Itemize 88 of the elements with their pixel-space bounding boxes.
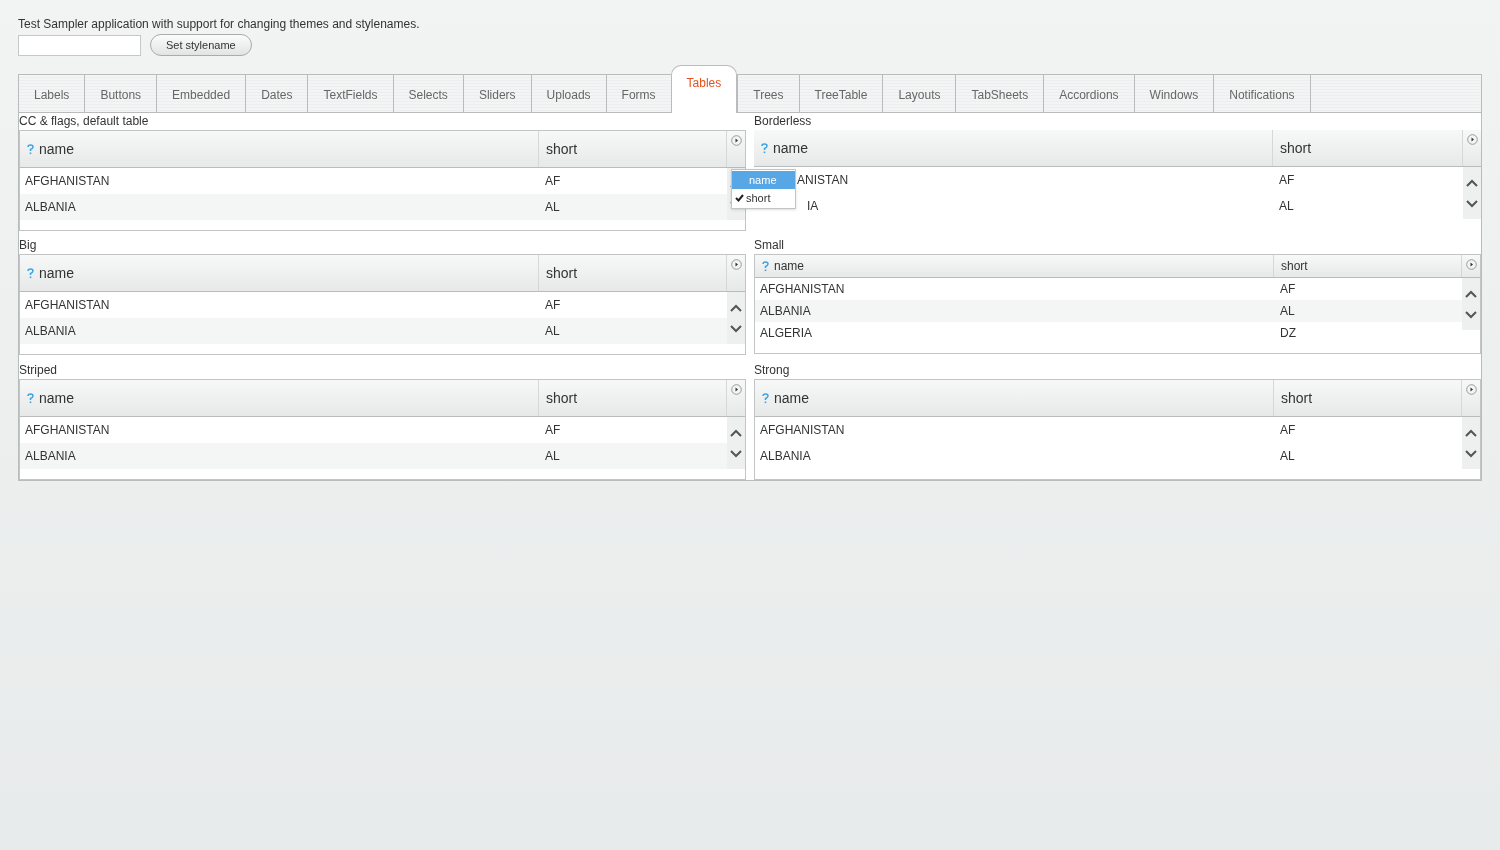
tab[interactable]: Forms bbox=[605, 74, 671, 112]
help-icon bbox=[761, 142, 768, 154]
table-caption: Strong bbox=[754, 362, 790, 379]
intro-text: Test Sampler application with support for changing themes and stylenames. bbox=[18, 16, 420, 32]
scroll-down-icon[interactable] bbox=[730, 449, 742, 458]
tab[interactable]: Windows bbox=[1133, 74, 1214, 112]
table-caption: Borderless bbox=[754, 113, 812, 130]
table-cell: AL bbox=[1280, 304, 1295, 318]
column-selector-icon[interactable] bbox=[1465, 384, 1477, 395]
column-selector-icon[interactable] bbox=[730, 259, 742, 270]
menu-item[interactable]: short bbox=[732, 189, 795, 207]
column-header[interactable]: name bbox=[39, 387, 75, 409]
table-cell: AF bbox=[545, 423, 561, 437]
column-header[interactable]: short bbox=[1281, 257, 1308, 275]
column-header[interactable]: short bbox=[1280, 137, 1312, 159]
table-cell: ALBANIA bbox=[25, 324, 76, 338]
table-cell: AL bbox=[1280, 449, 1295, 463]
tab[interactable]: Uploads bbox=[530, 74, 606, 112]
table-cell: ALBANIA bbox=[760, 449, 811, 463]
table-cell: ALBANIA bbox=[760, 304, 811, 318]
scroll-up-icon[interactable] bbox=[730, 428, 742, 437]
tab[interactable]: Trees bbox=[737, 74, 799, 112]
tab[interactable]: TreeTable bbox=[798, 74, 883, 112]
scroll-down-icon[interactable] bbox=[1465, 310, 1477, 319]
table-cell: AF bbox=[1280, 282, 1296, 296]
table-cell: AF bbox=[545, 174, 561, 188]
table-cell: AF bbox=[1279, 173, 1295, 187]
column-selector-icon[interactable] bbox=[730, 135, 742, 146]
column-header[interactable]: short bbox=[546, 387, 578, 409]
table-cell: ALBANIA bbox=[25, 449, 76, 463]
help-icon bbox=[27, 143, 34, 155]
column-selector-icon[interactable] bbox=[730, 384, 742, 395]
column-header[interactable]: name bbox=[39, 138, 75, 160]
scroll-up-icon[interactable] bbox=[1465, 428, 1477, 437]
column-header[interactable]: name bbox=[774, 387, 810, 409]
table-cell: AFGHANISTAN bbox=[25, 423, 110, 437]
tab[interactable]: Tables bbox=[670, 65, 738, 113]
scroll-up-icon[interactable] bbox=[1465, 289, 1477, 298]
scroll-down-icon[interactable] bbox=[1466, 199, 1478, 208]
table-cell: DZ bbox=[1280, 326, 1296, 340]
set-stylename-button[interactable]: Set stylename bbox=[150, 34, 252, 56]
tab[interactable]: Layouts bbox=[882, 74, 956, 112]
table-cell: AL bbox=[545, 449, 560, 463]
stylename-field[interactable] bbox=[18, 34, 141, 56]
tab[interactable]: Embedded bbox=[156, 74, 246, 112]
table-cell: AL bbox=[545, 200, 560, 214]
help-icon bbox=[27, 392, 34, 404]
tab[interactable]: Buttons bbox=[84, 74, 157, 112]
table-caption: Small bbox=[754, 237, 784, 254]
table-cell: AFGHANISTAN bbox=[760, 423, 845, 437]
table-caption: Big bbox=[19, 237, 37, 254]
table-caption: CC & flags, default table bbox=[19, 113, 149, 130]
table-cell: AF bbox=[545, 298, 561, 312]
table-caption: Striped bbox=[19, 362, 58, 379]
tab[interactable]: Labels bbox=[18, 74, 85, 112]
help-icon bbox=[762, 392, 769, 404]
table-cell: AF bbox=[1280, 423, 1296, 437]
tab[interactable]: Notifications bbox=[1213, 74, 1310, 112]
table-cell: AL bbox=[1279, 199, 1294, 213]
table-cell: AFGHANISTAN bbox=[760, 282, 845, 296]
help-icon bbox=[762, 260, 769, 272]
column-selector-icon[interactable] bbox=[1466, 134, 1478, 145]
table-cell: IA bbox=[807, 199, 819, 213]
column-header[interactable]: name bbox=[39, 262, 75, 284]
scroll-up-icon[interactable] bbox=[730, 303, 742, 312]
column-header[interactable]: name bbox=[774, 257, 805, 275]
column-header[interactable]: short bbox=[1281, 387, 1313, 409]
table-cell: AFGHANISTAN bbox=[25, 174, 110, 188]
table-cell: AFGHANISTAN bbox=[25, 298, 110, 312]
tab[interactable]: Sliders bbox=[462, 74, 531, 112]
table-cell: ANISTAN bbox=[797, 173, 849, 187]
column-header[interactable]: short bbox=[546, 262, 578, 284]
column-header[interactable]: name bbox=[773, 137, 809, 159]
scroll-up-icon[interactable] bbox=[1466, 178, 1478, 187]
column-selector-icon[interactable] bbox=[1465, 259, 1477, 270]
table-cell: AL bbox=[545, 324, 560, 338]
scroll-down-icon[interactable] bbox=[1465, 449, 1477, 458]
tab[interactable]: Accordions bbox=[1043, 74, 1134, 112]
check-icon bbox=[735, 194, 744, 202]
table-cell: ALBANIA bbox=[25, 200, 76, 214]
tab[interactable]: TextFields bbox=[307, 74, 393, 112]
tab[interactable]: Dates bbox=[245, 74, 308, 112]
scroll-down-icon[interactable] bbox=[730, 324, 742, 333]
table-cell: ALGERIA bbox=[760, 326, 813, 340]
help-icon bbox=[27, 267, 34, 279]
column-header[interactable]: short bbox=[546, 138, 578, 160]
tab[interactable]: TabSheets bbox=[955, 74, 1044, 112]
tab[interactable]: Selects bbox=[392, 74, 463, 112]
